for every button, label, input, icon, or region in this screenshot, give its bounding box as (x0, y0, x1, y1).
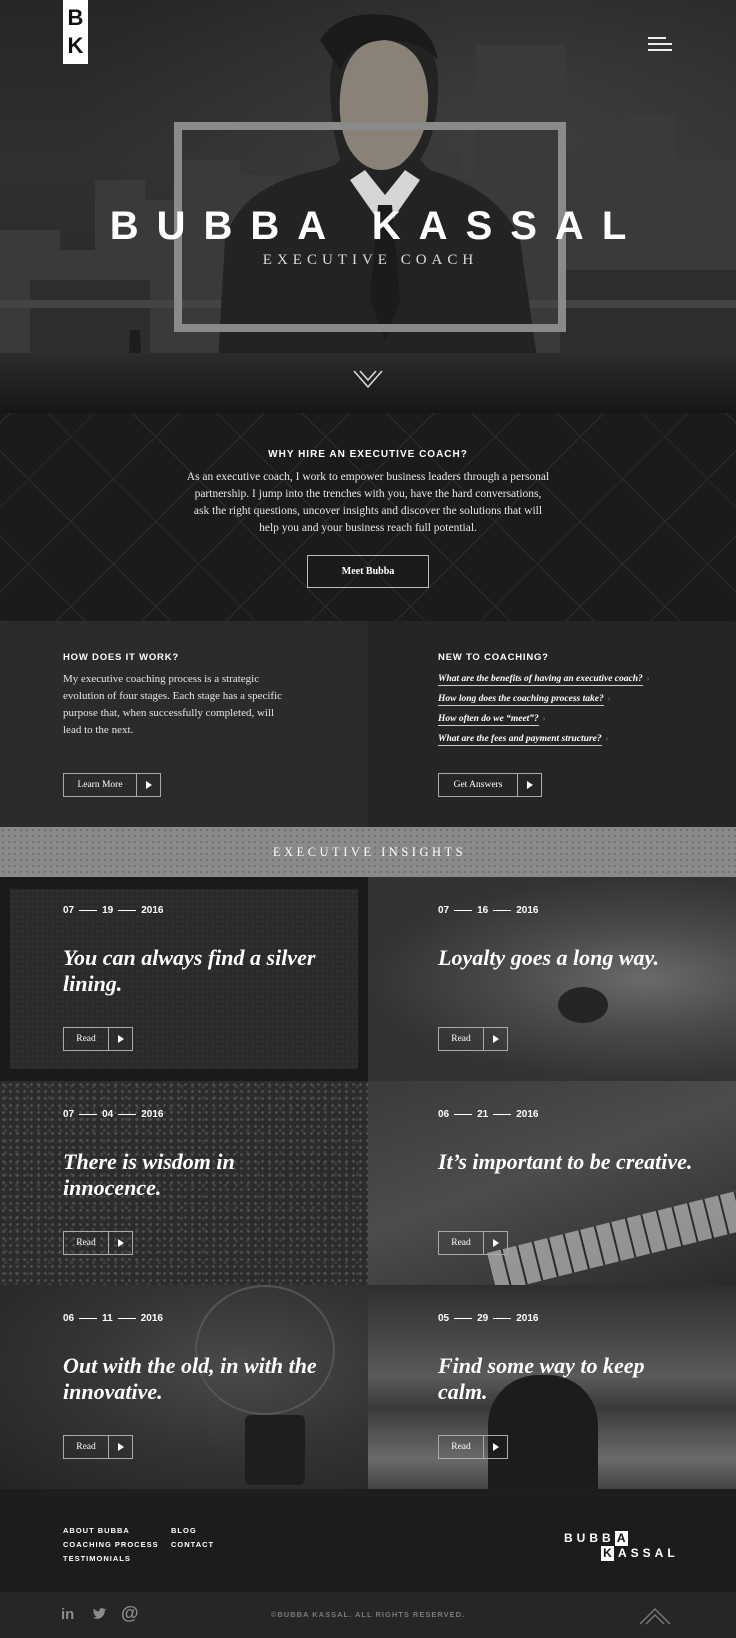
read-label: Read (451, 1034, 471, 1044)
card-title: Find some way to keep calm. (438, 1353, 645, 1404)
arrow-right-icon (483, 1028, 507, 1050)
insights-title: EXECUTIVE INSIGHTS (272, 845, 467, 859)
read-button[interactable]: Read (438, 1027, 508, 1051)
chevron-down-icon[interactable] (352, 369, 384, 389)
copyright-text: ©BUBBA KASSAL. ALL RIGHTS RESERVED. (270, 1610, 466, 1619)
footer-nav-secondary: BLOG CONTACT (171, 1524, 214, 1552)
faq-link[interactable]: How often do we “meet”? › (438, 712, 698, 732)
footer-nav-primary: ABOUT BUBBA COACHING PROCESS TESTIMONIAL… (63, 1524, 159, 1566)
faq-link-label: What are the fees and payment structure? (438, 734, 602, 746)
arrow-right-icon (483, 1436, 507, 1458)
insight-card[interactable]: 07 16 2016 Loyalty goes a long way. Read (368, 877, 736, 1081)
get-answers-label: Get Answers (453, 780, 503, 790)
read-button[interactable]: Read (63, 1435, 133, 1459)
card-title: You can always find a silver lining. (63, 945, 316, 996)
card-date: 07 04 2016 (63, 1109, 164, 1120)
arrow-right-icon (483, 1232, 507, 1254)
insight-card[interactable]: 06 21 2016 It’s important to be creative. … (368, 1081, 736, 1285)
arrow-right-icon (108, 1232, 132, 1254)
read-button[interactable]: Read (63, 1027, 133, 1051)
insights-banner: EXECUTIVE INSIGHTS (0, 827, 736, 877)
card-title: It’s important to be creative. (438, 1149, 693, 1174)
footer-link-blog[interactable]: BLOG (171, 1524, 214, 1538)
chevron-right-icon: › (605, 734, 609, 743)
hero-section: B K BUBBA KASSAL EXECUTIVE COACH (0, 0, 736, 413)
hamburger-icon[interactable] (648, 37, 672, 51)
piano-image (368, 1081, 736, 1285)
card-date: 07 16 2016 (438, 905, 539, 916)
card-title: Out with the old, in with the innovative… (63, 1353, 317, 1404)
card-date: 05 29 2016 (438, 1313, 539, 1324)
faq-link[interactable]: How long does the coaching process take?… (438, 692, 698, 712)
chevron-right-icon: › (542, 714, 546, 723)
site-footer: ABOUT BUBBA COACHING PROCESS TESTIMONIAL… (0, 1497, 736, 1592)
faq-link-label: What are the benefits of having an execu… (438, 674, 643, 686)
how-body: My executive coaching process is a strat… (63, 673, 283, 736)
meet-bubba-button[interactable]: Meet Bubba (307, 555, 429, 588)
read-button[interactable]: Read (63, 1231, 133, 1255)
faq-link-label: How often do we “meet”? (438, 714, 539, 726)
how-title: HOW DOES IT WORK? (63, 652, 179, 663)
read-label: Read (76, 1034, 96, 1044)
footer-bottom-bar: in @ ©BUBBA KASSAL. ALL RIGHTS RESERVED. (0, 1592, 736, 1638)
hero-subtitle: EXECUTIVE COACH (262, 252, 479, 268)
chevron-right-icon: › (607, 694, 611, 703)
read-button[interactable]: Read (438, 1231, 508, 1255)
card-title: There is wisdom in innocence. (63, 1149, 235, 1200)
read-button[interactable]: Read (438, 1435, 508, 1459)
footer-logo[interactable]: BUBB A K ASSAL (564, 1531, 679, 1561)
new-to-coaching-title: NEW TO COACHING? (438, 652, 549, 663)
arrow-right-icon (108, 1436, 132, 1458)
new-to-coaching-section: NEW TO COACHING? What are the benefits o… (368, 621, 736, 827)
read-label: Read (76, 1442, 96, 1452)
arrow-right-icon (108, 1028, 132, 1050)
footer-logo-line2: K ASSAL (564, 1546, 679, 1561)
card-date: 06 11 2016 (63, 1313, 163, 1324)
why-section: WHY HIRE AN EXECUTIVE COACH? As an execu… (0, 413, 736, 621)
card-date: 07 19 2016 (63, 905, 164, 916)
faq-list: What are the benefits of having an execu… (438, 672, 698, 752)
card-title: Loyalty goes a long way. (438, 945, 659, 970)
learn-more-button[interactable]: Learn More (63, 773, 161, 797)
faq-link[interactable]: What are the benefits of having an execu… (438, 672, 698, 692)
back-to-top-icon[interactable] (638, 1604, 672, 1626)
footer-link-coaching-process[interactable]: COACHING PROCESS (63, 1538, 159, 1552)
how-section: HOW DOES IT WORK? My executive coaching … (0, 621, 368, 827)
read-label: Read (451, 1442, 471, 1452)
site-logo[interactable]: B K (63, 0, 88, 64)
footer-logo-line1: BUBB A (564, 1531, 679, 1546)
faq-link[interactable]: What are the fees and payment structure?… (438, 732, 698, 752)
learn-more-label: Learn More (77, 780, 123, 790)
arrow-right-icon (136, 774, 160, 796)
chevron-right-icon: › (646, 674, 650, 683)
footer-link-contact[interactable]: CONTACT (171, 1538, 214, 1552)
why-body: As an executive coach, I work to empower… (186, 471, 550, 534)
hero-title: BUBBA KASSAL (109, 204, 645, 248)
insight-card[interactable]: 07 19 2016 You can always find a silver li… (0, 877, 368, 1081)
faq-link-label: How long does the coaching process take? (438, 694, 604, 706)
insight-card[interactable]: 06 11 2016 Out with the old, in with the i… (0, 1285, 368, 1489)
why-title: WHY HIRE AN EXECUTIVE COACH? (268, 449, 468, 460)
dog-image (368, 877, 736, 1081)
get-answers-button[interactable]: Get Answers (438, 773, 542, 797)
insight-card[interactable]: 07 04 2016 There is wisdom in innocence. R… (0, 1081, 368, 1285)
footer-link-testimonials[interactable]: TESTIMONIALS (63, 1552, 159, 1566)
arrow-right-icon (517, 774, 541, 796)
logo-letter-b: B (67, 5, 84, 30)
logo-letter-k: K (67, 33, 84, 58)
insight-card[interactable]: 05 29 2016 Find some way to keep calm. Rea… (368, 1285, 736, 1489)
read-label: Read (76, 1238, 96, 1248)
read-label: Read (451, 1238, 471, 1248)
card-date: 06 21 2016 (438, 1109, 539, 1120)
footer-link-about[interactable]: ABOUT BUBBA (63, 1524, 159, 1538)
